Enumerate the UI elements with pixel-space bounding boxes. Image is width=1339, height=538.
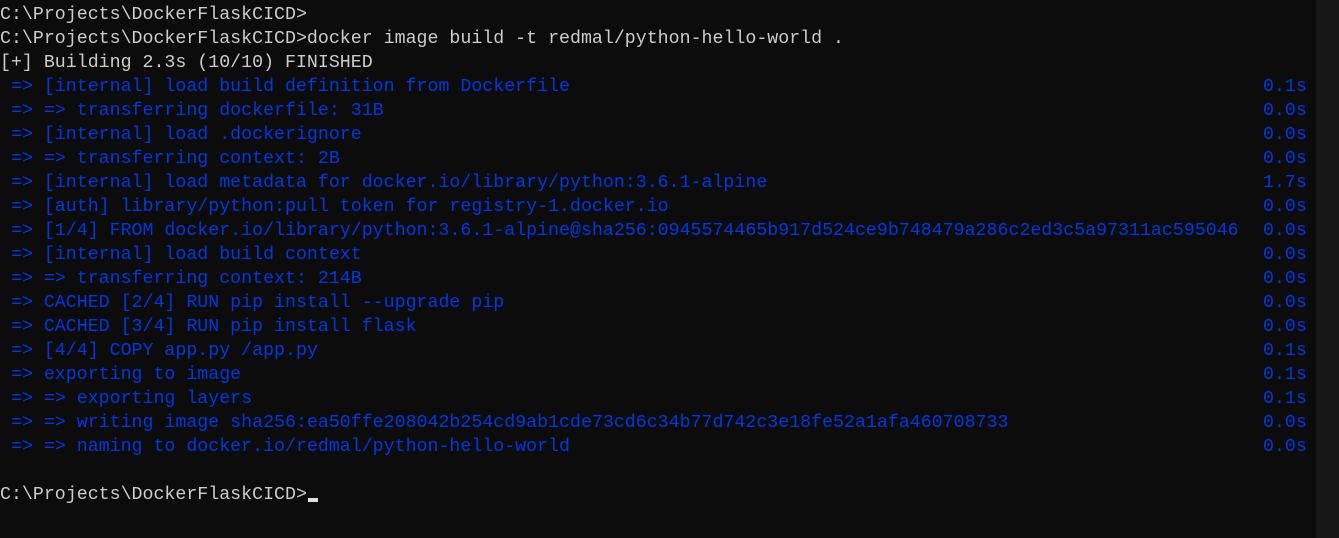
build-step-line: => [internal] load .dockerignore 0.0s (0, 123, 1316, 147)
prompt: C:\Projects\DockerFlaskCICD> (0, 485, 307, 505)
build-step-line: => [internal] load build definition from… (0, 75, 1316, 99)
build-steps: => [internal] load build definition from… (0, 75, 1316, 459)
step-text: => => transferring dockerfile: 31B (0, 101, 384, 121)
step-text: => exporting to image (0, 365, 242, 385)
build-step-line: => [internal] load build context 0.0s (0, 243, 1316, 267)
step-text: => [4/4] COPY app.py /app.py (0, 341, 318, 361)
step-time: 0.1s (1263, 77, 1307, 97)
build-step-line: => => transferring context: 2B 0.0s (0, 147, 1316, 171)
step-time: 0.1s (1263, 341, 1307, 361)
step-text: => => naming to docker.io/redmal/python-… (0, 437, 570, 457)
step-time: 0.0s (1263, 221, 1307, 241)
step-time: 0.0s (1263, 293, 1307, 313)
prompt: C:\Projects\DockerFlaskCICD> (0, 5, 307, 25)
build-step-line: => [auth] library/python:pull token for … (0, 195, 1316, 219)
step-text: => => exporting layers (0, 389, 253, 409)
step-text: => => transferring context: 2B (0, 149, 340, 169)
build-step-line: => [1/4] FROM docker.io/library/python:3… (0, 219, 1316, 243)
build-step-line: => => exporting layers 0.1s (0, 387, 1316, 411)
scrollbar[interactable] (1316, 0, 1339, 538)
build-step-line: => exporting to image 0.1s (0, 363, 1316, 387)
prompt-line: C:\Projects\DockerFlaskCICD> (0, 3, 1316, 27)
command-text: docker image build -t redmal/python-hell… (306, 29, 845, 49)
step-text: => [internal] load .dockerignore (0, 125, 362, 145)
text-cursor (307, 498, 318, 502)
step-text: => [internal] load build context (0, 245, 362, 265)
step-time: 0.0s (1263, 413, 1307, 433)
step-text: => CACHED [2/4] RUN pip install --upgrad… (0, 293, 505, 313)
build-step-line: => => writing image sha256:ea50ffe208042… (0, 411, 1316, 435)
step-time: 0.0s (1263, 101, 1307, 121)
prompt: C:\Projects\DockerFlaskCICD> (0, 29, 307, 49)
step-time: 0.0s (1263, 269, 1307, 289)
build-status: [+] Building 2.3s (10/10) FINISHED (0, 53, 373, 73)
step-text: => => transferring context: 214B (0, 269, 362, 289)
step-text: => => writing image sha256:ea50ffe208042… (0, 413, 1009, 433)
build-step-line: => [4/4] COPY app.py /app.py 0.1s (0, 339, 1316, 363)
step-time: 0.0s (1263, 437, 1307, 457)
step-time: 0.0s (1263, 197, 1307, 217)
step-time: 0.1s (1263, 365, 1307, 385)
terminal-output[interactable]: C:\Projects\DockerFlaskCICD> C:\Projects… (0, 3, 1316, 507)
step-time: 0.0s (1263, 149, 1307, 169)
step-text: => [auth] library/python:pull token for … (0, 197, 669, 217)
step-time: 1.7s (1263, 173, 1307, 193)
input-prompt-line[interactable]: C:\Projects\DockerFlaskCICD> (0, 483, 1316, 507)
command-line: C:\Projects\DockerFlaskCICD>docker image… (0, 27, 1316, 51)
step-text: => [internal] load metadata for docker.i… (0, 173, 768, 193)
step-time: 0.1s (1263, 389, 1307, 409)
step-time: 0.0s (1263, 125, 1307, 145)
build-step-line: => CACHED [3/4] RUN pip install flask 0.0… (0, 315, 1316, 339)
build-step-line: => [internal] load metadata for docker.i… (0, 171, 1316, 195)
build-step-line: => => naming to docker.io/redmal/python-… (0, 435, 1316, 459)
build-step-line: => => transferring context: 214B 0.0s (0, 267, 1316, 291)
build-step-line: => CACHED [2/4] RUN pip install --upgrad… (0, 291, 1316, 315)
step-text: => [internal] load build definition from… (0, 77, 570, 97)
build-step-line: => => transferring dockerfile: 31B 0.0s (0, 99, 1316, 123)
step-time: 0.0s (1263, 245, 1307, 265)
step-time: 0.0s (1263, 317, 1307, 337)
step-text: => CACHED [3/4] RUN pip install flask (0, 317, 417, 337)
step-text: => [1/4] FROM docker.io/library/python:3… (0, 221, 1239, 241)
